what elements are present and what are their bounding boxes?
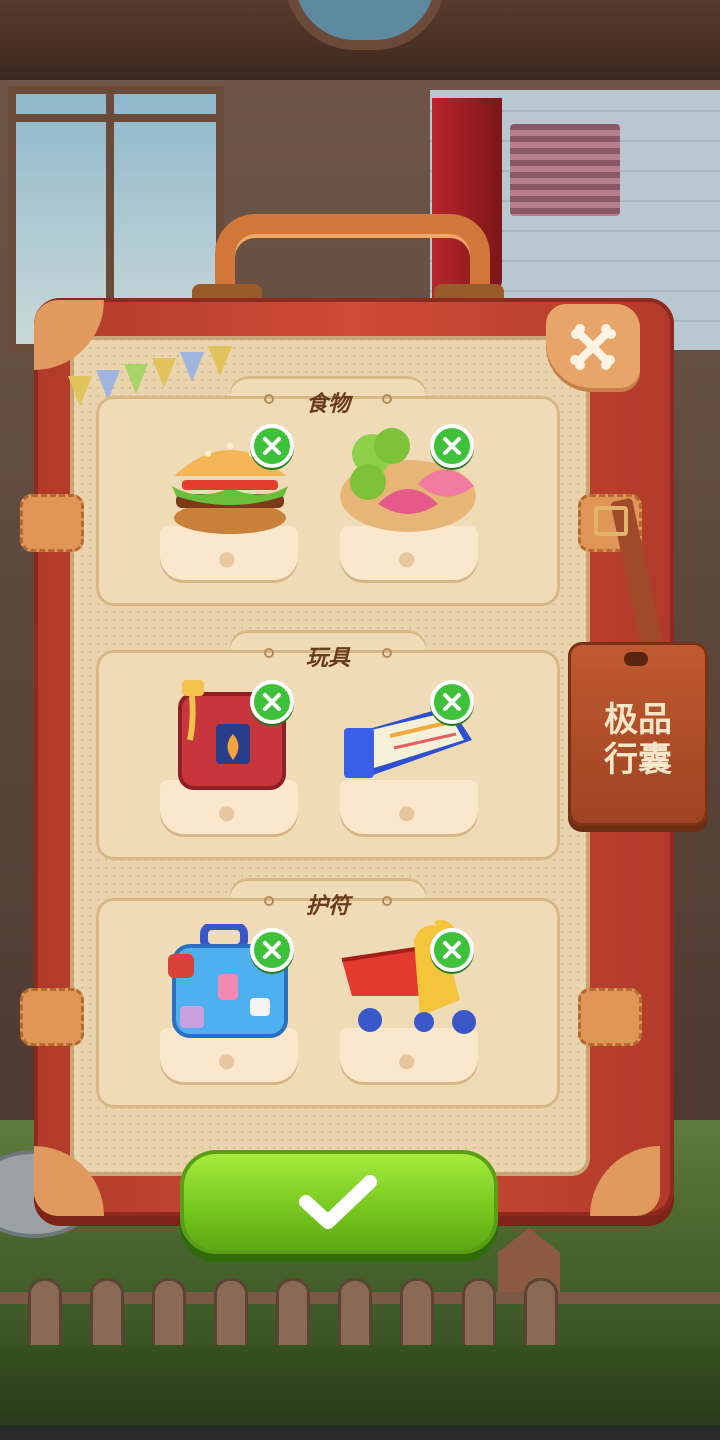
luggage-tag-label: 极品 行囊 bbox=[568, 700, 708, 780]
confirm-button[interactable] bbox=[180, 1150, 498, 1254]
remove-item-button[interactable] bbox=[430, 928, 474, 972]
close-icon bbox=[263, 941, 281, 959]
section-title: 护符 bbox=[305, 894, 350, 919]
close-icon bbox=[263, 693, 281, 711]
remove-item-button[interactable] bbox=[250, 424, 294, 468]
crossed-bones-icon bbox=[570, 324, 616, 370]
fence bbox=[0, 1270, 720, 1350]
side-strap bbox=[20, 988, 84, 1046]
close-icon bbox=[263, 437, 281, 455]
close-button[interactable] bbox=[546, 304, 640, 392]
tag-buckle bbox=[594, 506, 628, 536]
close-icon bbox=[443, 437, 461, 455]
remove-item-button[interactable] bbox=[250, 928, 294, 972]
side-strap bbox=[20, 494, 84, 552]
item-slot: ● bbox=[340, 526, 478, 580]
remove-item-button[interactable] bbox=[250, 680, 294, 724]
ground-strip bbox=[0, 1425, 720, 1440]
item-slot: ● bbox=[340, 1028, 478, 1082]
item-slot: ● bbox=[340, 780, 478, 834]
tag-line-2: 行囊 bbox=[604, 740, 672, 780]
remove-item-button[interactable] bbox=[430, 680, 474, 724]
remove-item-button[interactable] bbox=[430, 424, 474, 468]
section-title: 玩具 bbox=[305, 646, 350, 671]
section-title: 食物 bbox=[305, 392, 350, 417]
close-icon bbox=[443, 941, 461, 959]
side-strap bbox=[578, 988, 642, 1046]
tag-hole bbox=[624, 652, 648, 666]
section-toys bbox=[96, 650, 560, 860]
checkmark-icon bbox=[299, 1175, 377, 1229]
section-food bbox=[96, 396, 560, 606]
close-icon bbox=[443, 693, 461, 711]
window-blind bbox=[510, 124, 620, 216]
tag-line-1: 极品 bbox=[604, 700, 672, 740]
